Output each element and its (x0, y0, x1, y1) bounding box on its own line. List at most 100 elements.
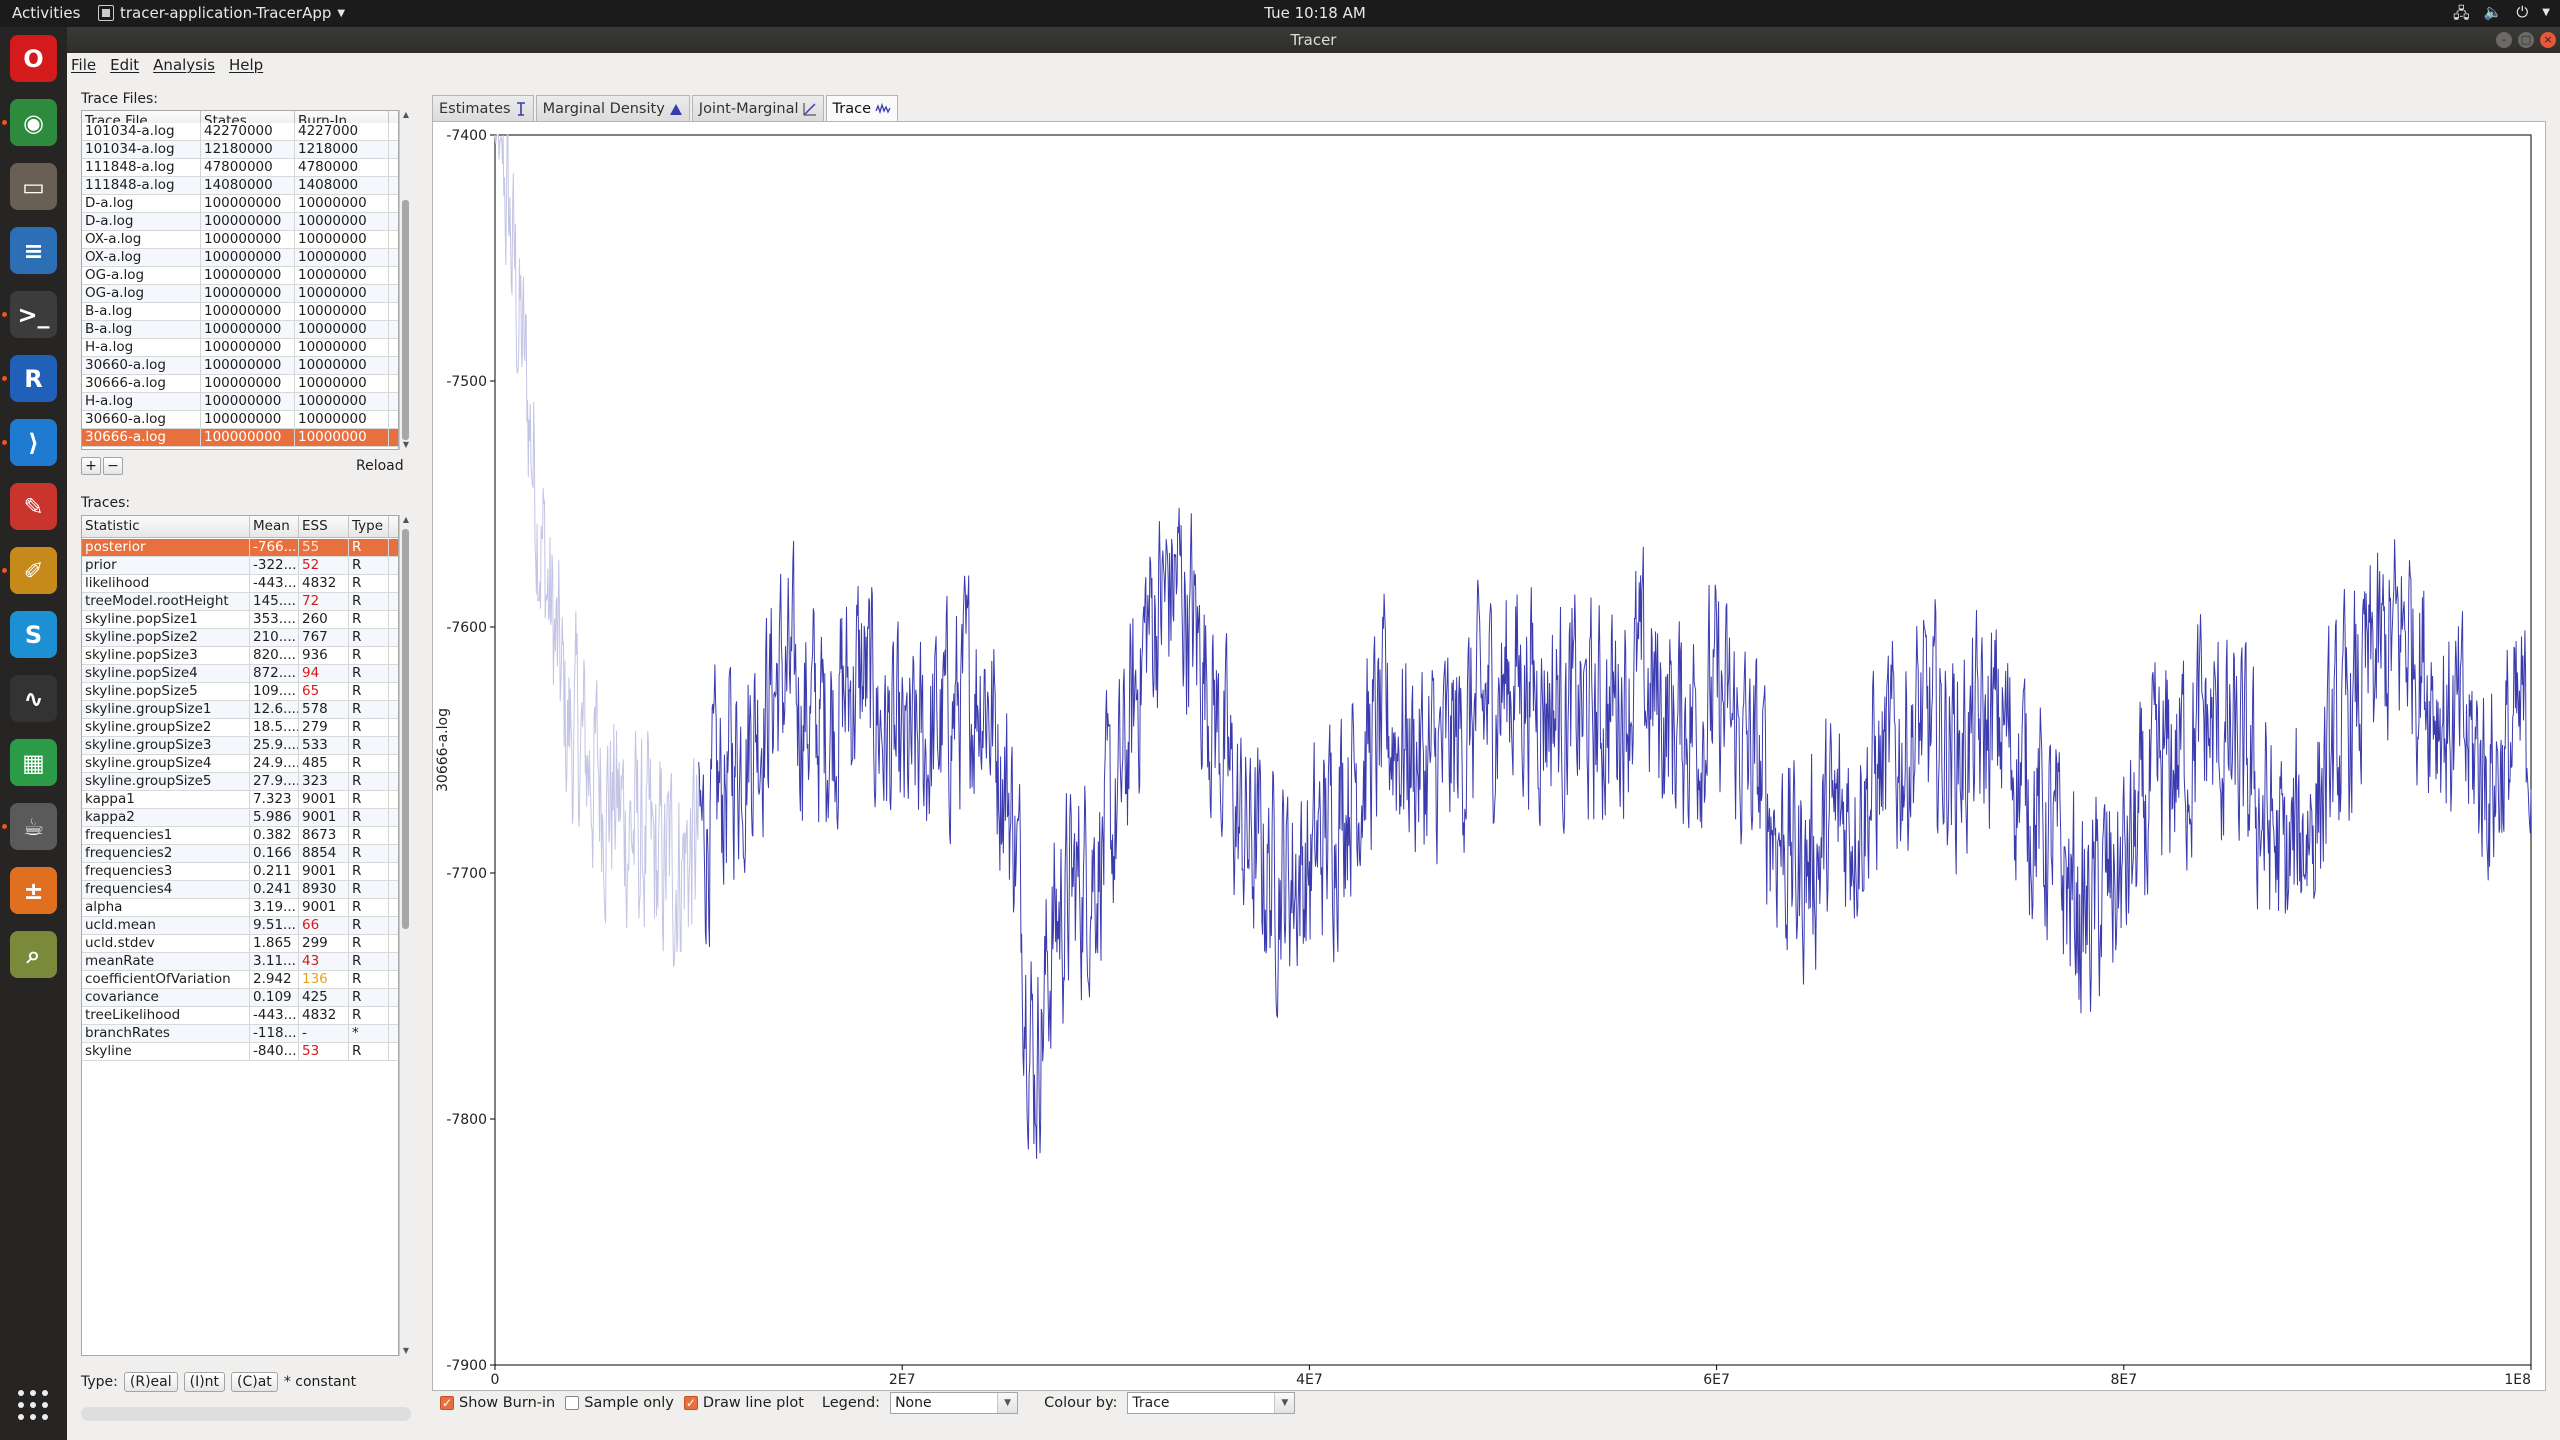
checkbox-unchecked-icon[interactable] (565, 1396, 580, 1410)
trace-file-row[interactable]: B-a.log 100000000 10000000 (82, 321, 398, 339)
minimize-button[interactable]: – (2496, 32, 2512, 48)
show-burnin-checkbox[interactable]: ✓ Show Burn-in (440, 1395, 555, 1411)
trace-plot[interactable]: -7400 -7500 -7600 -7700 -7800 -79000 2E7 4E7 6E7… (433, 122, 2545, 1390)
trace-file-row[interactable]: D-a.log 100000000 10000000 (82, 195, 398, 213)
trace-row[interactable]: treeModel.rootHeight 145.... 72 R (82, 593, 398, 611)
trace-file-row[interactable]: 30660-a.log 100000000 10000000 (82, 411, 398, 429)
trace-file-row[interactable]: 30666-a.log 100000000 10000000 (82, 375, 398, 393)
col-type[interactable]: Type (349, 516, 389, 537)
vscode-icon[interactable]: ⟩ (10, 419, 57, 466)
trace-file-row[interactable]: B-a.log 100000000 10000000 (82, 303, 398, 321)
trace-file-row[interactable]: OX-a.log 100000000 10000000 (82, 249, 398, 267)
scroll-down-icon[interactable]: ▼ (400, 440, 412, 450)
trace-row[interactable]: frequencies2 0.166 8854 R (82, 845, 398, 863)
tab-joint-marginal[interactable]: Joint-Marginal (691, 95, 824, 121)
trace-row[interactable]: skyline.popSize1 353.... 260 R (82, 611, 398, 629)
traces-table[interactable]: Statistic Mean ESS Type posterior -766...… (81, 515, 399, 1356)
clock[interactable]: Tue 10:18 AM (0, 4, 2560, 22)
sample-only-checkbox[interactable]: Sample only (565, 1395, 674, 1411)
trace-row[interactable]: skyline -840... 53 R (82, 1043, 398, 1061)
col-mean[interactable]: Mean (250, 516, 299, 537)
spreadsheet-icon[interactable]: ▦ (10, 739, 57, 786)
trace-row[interactable]: frequencies4 0.241 8930 R (82, 881, 398, 899)
scroll-up-icon[interactable]: ▲ (400, 515, 412, 525)
left-panel-hscrollbar[interactable] (81, 1407, 411, 1421)
tab-trace[interactable]: Trace (825, 95, 898, 122)
system-tray[interactable]: 🖧 🔈 ⏻ ▼ (2453, 3, 2550, 28)
trace-row[interactable]: frequencies3 0.211 9001 R (82, 863, 398, 881)
text-editor-icon[interactable]: ≡ (10, 227, 57, 274)
trace-row[interactable]: skyline.groupSize2 18.5.... 279 R (82, 719, 398, 737)
tab-estimates[interactable]: Estimates (432, 95, 534, 121)
trace-files-scrollbar[interactable]: ▲ ▼ (399, 110, 411, 450)
trace-row[interactable]: meanRate 3.11... 43 R (82, 953, 398, 971)
window-title-bar[interactable]: Tracer – □ × (67, 27, 2560, 53)
image-viewer-icon[interactable]: ⌕ (10, 931, 57, 978)
trace-plot-panel[interactable]: -7400 -7500 -7600 -7700 -7800 -7900 0 2E7 4E7 6E7… (432, 121, 2546, 1391)
trace-file-row[interactable]: 101034-a.log 42270000 4227000 (82, 123, 398, 141)
trace-row[interactable]: ucld.mean 9.51... 66 R (82, 917, 398, 935)
trace-row[interactable]: skyline.groupSize3 25.9.... 533 R (82, 737, 398, 755)
trace-file-row[interactable]: 30660-a.log 100000000 10000000 (82, 357, 398, 375)
trace-row[interactable]: skyline.groupSize5 27.9.... 323 R (82, 773, 398, 791)
notes-icon[interactable]: ✐ (10, 547, 57, 594)
trace-file-row[interactable]: 101034-a.log 12180000 1218000 (82, 141, 398, 159)
trace-file-row[interactable]: OG-a.log 100000000 10000000 (82, 267, 398, 285)
menu-file[interactable]: File (71, 56, 96, 74)
checkbox-checked-icon[interactable]: ✓ (683, 1396, 698, 1410)
trace-row[interactable]: skyline.groupSize4 24.9.... 485 R (82, 755, 398, 773)
legend-select[interactable]: None ▼ (890, 1392, 1019, 1414)
trace-row[interactable]: coefficientOfVariation 2.942 136 R (82, 971, 398, 989)
terminal-icon[interactable]: >_ (10, 291, 57, 338)
chevron-down-icon[interactable]: ▼ (1274, 1393, 1295, 1413)
reload-button[interactable]: Reload (356, 458, 404, 474)
trace-row[interactable]: kappa2 5.986 9001 R (82, 809, 398, 827)
skype-icon[interactable]: S (10, 611, 57, 658)
add-file-button[interactable]: + (81, 457, 101, 475)
trace-row[interactable]: ucld.stdev 1.865 299 R (82, 935, 398, 953)
checkbox-checked-icon[interactable]: ✓ (440, 1396, 454, 1410)
trace-row[interactable]: branchRates -118... - * (82, 1025, 398, 1043)
trace-row[interactable]: kappa1 7.323 9001 R (82, 791, 398, 809)
col-statistic[interactable]: Statistic (82, 516, 250, 537)
tracer-java-icon[interactable]: ☕ (10, 803, 57, 850)
chrome-icon[interactable]: ◉ (10, 99, 57, 146)
trace-files-table[interactable]: Trace File States Burn-In 101034-a.log 42… (81, 110, 399, 450)
trace-row[interactable]: prior -322... 52 R (82, 557, 398, 575)
trace-file-row[interactable]: 111848-a.log 47800000 4780000 (82, 159, 398, 177)
trace-row[interactable]: alpha 3.19... 9001 R (82, 899, 398, 917)
file-manager-icon[interactable]: ▭ (10, 163, 57, 210)
tab-marginal-density[interactable]: Marginal Density (535, 95, 690, 121)
trace-file-row[interactable]: H-a.log 100000000 10000000 (82, 339, 398, 357)
trace-row[interactable]: skyline.popSize5 109.... 65 R (82, 683, 398, 701)
system-monitor-icon[interactable]: ∿ (10, 675, 57, 722)
maximize-button[interactable]: □ (2518, 32, 2534, 48)
show-applications-icon[interactable] (18, 1390, 48, 1420)
chevron-down-icon[interactable]: ▼ (2542, 3, 2550, 28)
trace-row[interactable]: skyline.popSize3 820.... 936 R (82, 647, 398, 665)
r-icon[interactable]: R (10, 355, 57, 402)
scroll-down-icon[interactable]: ▼ (400, 1346, 412, 1356)
col-ess[interactable]: ESS (299, 516, 349, 537)
trace-file-row[interactable]: OG-a.log 100000000 10000000 (82, 285, 398, 303)
network-icon[interactable]: 🖧 (2453, 3, 2470, 28)
trace-row[interactable]: skyline.popSize2 210.... 767 R (82, 629, 398, 647)
menu-help[interactable]: Help (229, 56, 263, 74)
trace-row[interactable]: frequencies1 0.382 8673 R (82, 827, 398, 845)
trace-file-row[interactable]: 30666-a.log 100000000 10000000 (82, 429, 398, 447)
calculator-icon[interactable]: ± (10, 867, 57, 914)
trace-row[interactable]: likelihood -443... 4832 R (82, 575, 398, 593)
colour-by-select[interactable]: Trace ▼ (1127, 1392, 1296, 1414)
chevron-down-icon[interactable]: ▼ (997, 1393, 1018, 1413)
trace-file-row[interactable]: D-a.log 100000000 10000000 (82, 213, 398, 231)
menu-edit[interactable]: Edit (110, 56, 139, 74)
draw-icon[interactable]: ✎ (10, 483, 57, 530)
trace-row[interactable]: covariance 0.109 425 R (82, 989, 398, 1007)
trace-row[interactable]: skyline.popSize4 872.... 94 R (82, 665, 398, 683)
volume-icon[interactable]: 🔈 (2484, 3, 2503, 28)
remove-file-button[interactable]: − (103, 457, 123, 475)
menu-analysis[interactable]: Analysis (153, 56, 215, 74)
scroll-thumb[interactable] (402, 200, 409, 440)
opera-icon[interactable]: O (10, 35, 57, 82)
trace-row[interactable]: skyline.groupSize1 12.6.... 578 R (82, 701, 398, 719)
